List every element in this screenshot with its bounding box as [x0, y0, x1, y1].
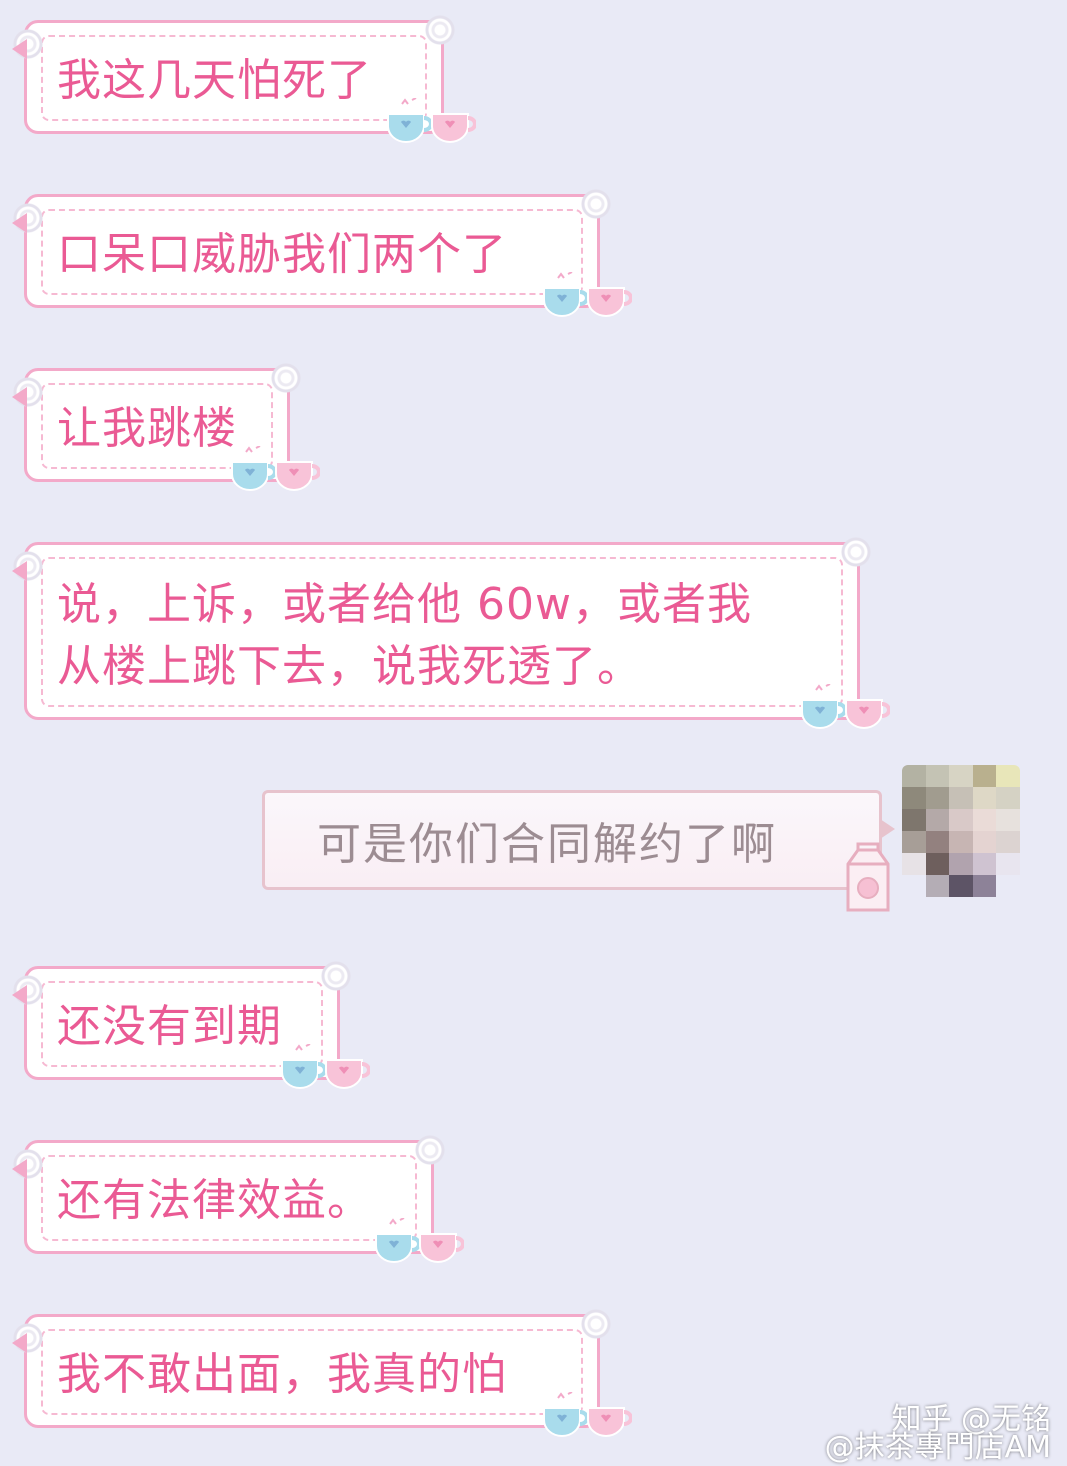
own-message-bubble[interactable]: 可是你们合同解约了啊 [262, 790, 895, 890]
lace-decoration [13, 1149, 43, 1179]
message-text-line: 说，上诉，或者给他 60w，或者我 [57, 579, 752, 630]
lace-decoration [841, 537, 871, 567]
teacups-icon [540, 1392, 632, 1438]
message-text: 还有法律效益。 [57, 1175, 372, 1226]
lace-decoration [13, 1323, 43, 1353]
message-row: 还没有到期 [12, 961, 394, 1096]
message-bubble[interactable]: 说，上诉，或者给他 60w，或者我 从楼上跳下去，说我死透了。 [12, 537, 871, 720]
own-message-text: 可是你们合同解约了啊 [317, 819, 777, 870]
avatar[interactable] [902, 765, 1020, 897]
teacups-icon [278, 1044, 370, 1090]
teacups-icon [798, 684, 890, 730]
message-bubble[interactable]: 我这几天怕死了 [12, 15, 455, 134]
lace-decoration [321, 961, 351, 991]
message-text: 我不敢出面，我真的怕 [57, 1349, 507, 1400]
lace-decoration [581, 1309, 611, 1339]
lace-decoration [13, 29, 43, 59]
message-row: 说，上诉，或者给他 60w，或者我 从楼上跳下去，说我死透了。 [12, 537, 914, 738]
lace-decoration [581, 189, 611, 219]
teacups-icon [228, 446, 320, 492]
teacups-icon [372, 1218, 464, 1264]
message-row: 我这几天怕死了 [12, 15, 484, 150]
lace-decoration [271, 363, 301, 393]
watermark-weibo: @抹茶專門店AM [824, 1430, 1051, 1465]
message-row: 让我跳楼 [12, 363, 344, 498]
message-bubble[interactable]: 我不敢出面，我真的怕 [12, 1309, 611, 1428]
teacups-icon [540, 272, 632, 318]
milk-carton-icon [846, 842, 890, 912]
message-row: 还有法律效益。 [12, 1135, 484, 1270]
message-bubble[interactable]: 口呆口威胁我们两个了 [12, 189, 611, 308]
message-text: 让我跳楼 [57, 403, 237, 454]
message-text-line: 从楼上跳下去，说我死透了。 [57, 641, 642, 692]
lace-decoration [415, 1135, 445, 1165]
teacups-icon [384, 98, 476, 144]
lace-decoration [13, 203, 43, 233]
message-text: 我这几天怕死了 [57, 55, 372, 106]
lace-decoration [13, 975, 43, 1005]
message-row: 口呆口威胁我们两个了 [12, 189, 654, 324]
message-row: 我不敢出面，我真的怕 [12, 1309, 654, 1444]
lace-decoration [13, 377, 43, 407]
lace-decoration [425, 15, 455, 45]
message-text: 口呆口威胁我们两个了 [57, 229, 507, 280]
message-text: 还没有到期 [57, 1001, 282, 1052]
lace-decoration [13, 551, 43, 581]
